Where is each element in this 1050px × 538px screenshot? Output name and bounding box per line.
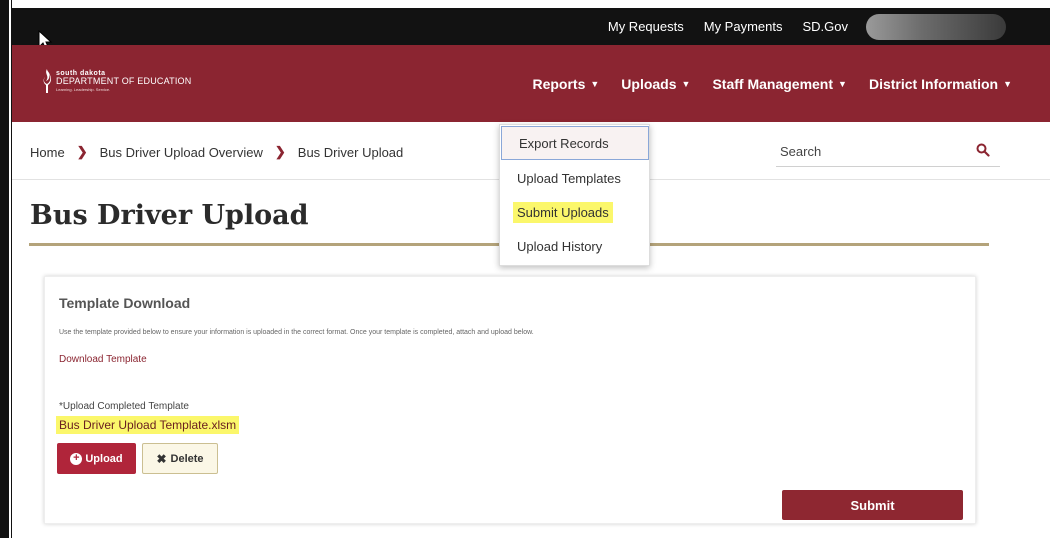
nav-reports-label: Reports [532, 75, 586, 92]
menu-item-label: Submit Uploads [513, 201, 613, 223]
nav-menu: Reports ▼ Uploads ▼ Staff Management ▼ D… [510, 45, 1012, 122]
menu-item-label: Upload History [517, 238, 603, 254]
upload-button[interactable]: + Upload [57, 443, 136, 474]
breadcrumb-overview[interactable]: Bus Driver Upload Overview [100, 145, 263, 160]
breadcrumb: Home ❯ Bus Driver Upload Overview ❯ Bus … [30, 144, 403, 160]
template-download-card: Template Download Use the template provi… [44, 276, 976, 524]
menu-item-submit-uploads[interactable]: Submit Uploads [500, 195, 649, 229]
my-requests-link[interactable]: My Requests [608, 19, 684, 34]
page-title: Bus Driver Upload [30, 200, 309, 231]
breadcrumb-current: Bus Driver Upload [297, 144, 404, 160]
my-payments-link[interactable]: My Payments [704, 19, 783, 34]
user-account-pill[interactable] [866, 13, 1006, 40]
submit-button-label: Submit [850, 497, 895, 513]
card-description: Use the template provided below to ensur… [59, 329, 534, 336]
caret-down-icon: ▼ [838, 78, 847, 89]
caret-down-icon: ▼ [1003, 78, 1012, 89]
nav-uploads-label: Uploads [621, 75, 677, 92]
caret-down-icon: ▼ [681, 78, 691, 89]
menu-item-export-records[interactable]: Export Records [501, 126, 649, 160]
nav-staff-management-label: Staff Management [712, 75, 834, 92]
logo-line-department: DEPARTMENT OF EDUCATION [56, 76, 192, 86]
search-box [776, 139, 1000, 167]
nav-district-information-label: District Information [868, 75, 999, 92]
delete-button[interactable]: ✖ Delete [142, 443, 218, 474]
menu-item-upload-templates[interactable]: Upload Templates [500, 161, 649, 195]
nav-staff-management[interactable]: Staff Management ▼ [712, 76, 847, 92]
submit-button[interactable]: Submit [782, 490, 963, 520]
search-input[interactable] [776, 139, 956, 163]
upload-label: *Upload Completed Template [59, 401, 189, 412]
caret-down-icon: ▼ [590, 78, 600, 89]
upload-label-text: Upload Completed Template [62, 401, 189, 412]
sd-doe-logo[interactable]: south dakota DEPARTMENT OF EDUCATION Lea… [42, 68, 191, 94]
main-nav: south dakota DEPARTMENT OF EDUCATION Lea… [12, 45, 1050, 122]
selected-file-name: Bus Driver Upload Template.xlsm [56, 416, 240, 434]
utility-links: My Requests My Payments SD.Gov [608, 8, 1050, 45]
plus-circle-icon: + [70, 452, 83, 465]
breadcrumb-home[interactable]: Home [30, 145, 65, 160]
chevron-right-icon: ❯ [76, 144, 88, 159]
upload-button-label: Upload [85, 452, 123, 465]
window-frame-left [0, 0, 9, 538]
search-icon[interactable] [976, 143, 990, 157]
nav-district-information[interactable]: District Information ▼ [869, 76, 1012, 92]
logo-text: south dakota DEPARTMENT OF EDUCATION Lea… [56, 70, 191, 92]
uploads-dropdown-menu: Export Records Upload Templates Submit U… [499, 124, 650, 266]
delete-button-label: Delete [170, 452, 204, 465]
menu-item-upload-history[interactable]: Upload History [500, 229, 649, 263]
card-title: Template Download [59, 295, 191, 311]
menu-item-label: Upload Templates [517, 170, 621, 186]
sd-gov-link[interactable]: SD.Gov [802, 19, 848, 34]
chevron-right-icon: ❯ [274, 144, 286, 159]
download-template-link[interactable]: Download Template [59, 354, 147, 365]
flame-logo-icon [43, 69, 52, 93]
menu-item-label: Export Records [519, 135, 609, 151]
x-icon: ✖ [156, 451, 167, 466]
utility-bar: My Requests My Payments SD.Gov [12, 8, 1050, 45]
logo-line-tagline: Learning. Leadership. Service. [56, 87, 111, 92]
nav-reports[interactable]: Reports ▼ [532, 76, 599, 92]
nav-uploads[interactable]: Uploads ▼ [621, 76, 690, 92]
